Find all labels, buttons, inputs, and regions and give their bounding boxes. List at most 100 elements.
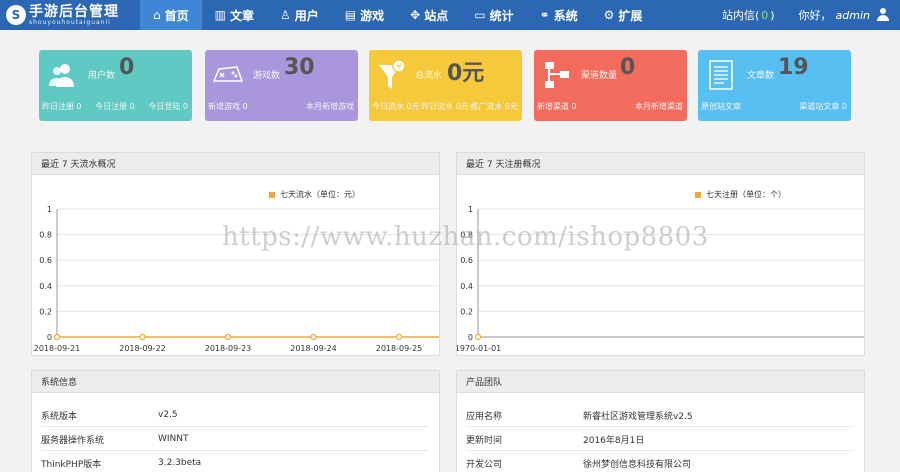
x-tick-label: 2018-09-22	[119, 344, 166, 353]
y-tick-label: 0.6	[460, 256, 473, 265]
logo[interactable]: S 手游后台管理 shouyouhoutaiguanli	[0, 0, 140, 30]
user-group-icon: ♙	[280, 8, 291, 22]
logo-icon: S	[6, 5, 26, 25]
gear-icon: ⚙	[603, 8, 615, 22]
stat-value: 0	[620, 55, 636, 80]
x-tick-label: 2018-09-24	[290, 344, 337, 353]
stat-card[interactable]: 渠道数量 0 新增渠道 0 本月新增渠道	[534, 50, 687, 121]
y-tick-label: 0.8	[39, 231, 52, 240]
greeting: 你好，	[798, 9, 832, 22]
stat-value: 0元	[447, 61, 485, 86]
nav-item[interactable]: ✥ 站点	[397, 0, 461, 30]
stat-label: 总流水	[415, 71, 443, 81]
stat-card[interactable]: 文章数 19 原创站文章 渠道站文章 0	[698, 50, 851, 121]
nav-label: 站点	[424, 8, 449, 23]
stat-footer: 原创站文章 渠道站文章 0	[701, 101, 847, 112]
stat-card[interactable]: ¥ 总流水 0元今日流水 0元 昨日流水 0元 推广流水 0元	[369, 50, 522, 121]
flow-line-chart: 0 0.2 0.4 0.6 0.8 1 2018-09-21 2018-09-22 2018-0…	[34, 205, 439, 353]
stat-label: 游戏数	[253, 71, 281, 81]
x-tick-label: 2018-09-21	[34, 344, 81, 353]
stat-footer-item: 本月新增渠道	[635, 102, 683, 111]
user-icon[interactable]	[876, 8, 890, 22]
stat-value: 0	[119, 55, 135, 80]
info-value: 3.2.3beta	[158, 458, 202, 468]
x-tick-label: 1970-01-01	[457, 344, 501, 353]
stat-footer-item: 本月新增游戏	[306, 102, 354, 111]
data-point[interactable]	[395, 333, 403, 341]
stat-value: 30	[284, 55, 315, 80]
stat-footer-item: 原创站文章	[701, 102, 741, 111]
stat-footer-item: 昨日注册 0	[42, 102, 82, 111]
info-value: 徐州梦创信息科技有限公司	[583, 459, 692, 470]
nav-item[interactable]: ▥ 文章	[202, 0, 267, 30]
top-navbar: S 手游后台管理 shouyouhoutaiguanli ⌂ 首页 ▥ 文章 ♙ 用户 ▤ 游…	[0, 0, 900, 30]
nav-item[interactable]: ▭ 统计	[461, 0, 526, 30]
sitemap-icon: ✥	[410, 8, 421, 22]
y-tick-label: 0.6	[39, 256, 52, 265]
nav-label: 统计	[489, 8, 514, 23]
team-info-panel: 产品团队 应用名称 新睿社区游戏管理系统v2.5 更新时间 2016年8月1日 开发公司…	[456, 370, 865, 472]
stat-label: 用户数	[88, 71, 116, 81]
y-tick-label: 0.4	[39, 282, 52, 291]
flow-chart-panel: 最近 7 天流水概况 七天流水（单位：元） 0 0.2 0.4 0.6 0.8 1 2018…	[31, 152, 440, 356]
y-tick-label: 0	[468, 333, 473, 342]
info-key: 开发公司	[466, 459, 503, 470]
nav-item[interactable]: ▤ 游戏	[332, 0, 397, 30]
inbox-link[interactable]: 站内信(0)	[722, 7, 775, 23]
stat-label: 渠道数量	[581, 71, 618, 81]
nav-item[interactable]: ⌂ 首页	[140, 0, 202, 30]
home-icon: ⌂	[153, 8, 161, 22]
nav-label: 文章	[229, 8, 254, 23]
info-row: 更新时间 2016年8月1日	[466, 428, 854, 451]
list-icon: ▤	[344, 8, 357, 22]
nav-item[interactable]: ⚙ 扩展	[591, 0, 656, 30]
stat-label: 文章数	[747, 71, 775, 81]
y-tick-label: 0.2	[39, 307, 52, 316]
stat-footer-item: 新增游戏 0	[208, 102, 248, 111]
logo-title: 手游后台管理	[29, 3, 119, 20]
info-key: 系统版本	[41, 411, 78, 422]
data-point[interactable]	[53, 333, 61, 341]
stat-card[interactable]: 用户数 0 昨日注册 0 今日注册 0 今日登陆 0	[39, 50, 192, 121]
nav-label: 扩展	[618, 8, 643, 23]
data-point[interactable]	[224, 333, 232, 341]
info-value: WINNT	[158, 434, 189, 444]
info-value: 2016年8月1日	[583, 435, 645, 446]
data-point[interactable]	[139, 333, 146, 341]
stat-footer-item: 新增渠道 0	[537, 102, 577, 111]
info-key: ThinkPHP版本	[41, 459, 102, 470]
stat-footer: 今日流水 0元 昨日流水 0元 推广流水 0元	[372, 101, 518, 112]
system-info-panel: 系统信息 系统版本 v2.5 服务器操作系统 WINNT ThinkPHP版本 3.2.3…	[31, 370, 440, 472]
stat-footer-item: 渠道站文章 0	[799, 102, 847, 111]
nav-item[interactable]: ♙ 用户	[267, 0, 332, 30]
panel-title: 最近 7 天注册概况	[457, 153, 864, 175]
y-tick-label: 0.2	[460, 307, 473, 316]
gamepad-icon	[211, 58, 245, 92]
info-key: 更新时间	[466, 435, 503, 446]
username[interactable]: admin	[836, 9, 870, 22]
stat-footer-item: 昨日流水 0元	[421, 102, 469, 111]
info-value: v2.5	[158, 410, 178, 420]
main-nav: ⌂ 首页 ▥ 文章 ♙ 用户 ▤ 游戏 ✥ 站点 ▭ 统计 ⚭ 系统 ⚙ 扩展	[140, 0, 655, 30]
data-point[interactable]	[310, 333, 317, 341]
user-area: 站内信(0) 你好， admin	[722, 7, 900, 23]
info-value: 新睿社区游戏管理系统v2.5	[583, 411, 693, 422]
info-row: 应用名称 新睿社区游戏管理系统v2.5	[466, 404, 854, 427]
register-line-chart: 0 0.2 0.4 0.6 0.8 1 1970-01-01	[457, 205, 864, 353]
x-tick-label: 2018-09-25	[376, 344, 423, 353]
logo-subtitle: shouyouhoutaiguanli	[29, 18, 111, 26]
funnel-icon: ¥	[375, 58, 409, 92]
stat-card[interactable]: 游戏数 30 新增游戏 0 本月新增游戏	[205, 50, 358, 121]
nav-item[interactable]: ⚭ 系统	[527, 0, 591, 30]
panel-title: 最近 7 天流水概况	[32, 153, 439, 175]
svg-text:¥: ¥	[396, 62, 401, 71]
y-tick-label: 1	[468, 205, 473, 214]
panel-title: 系统信息	[32, 371, 439, 393]
stat-footer-item: 今日登陆 0	[148, 102, 188, 111]
data-point[interactable]	[474, 333, 482, 341]
document-icon	[704, 58, 738, 92]
inbox-count: 0	[761, 9, 769, 22]
stat-footer-item: 今日流水 0元	[372, 102, 420, 111]
info-row: 系统版本 v2.5	[41, 404, 429, 427]
y-tick-label: 0.4	[460, 282, 473, 291]
